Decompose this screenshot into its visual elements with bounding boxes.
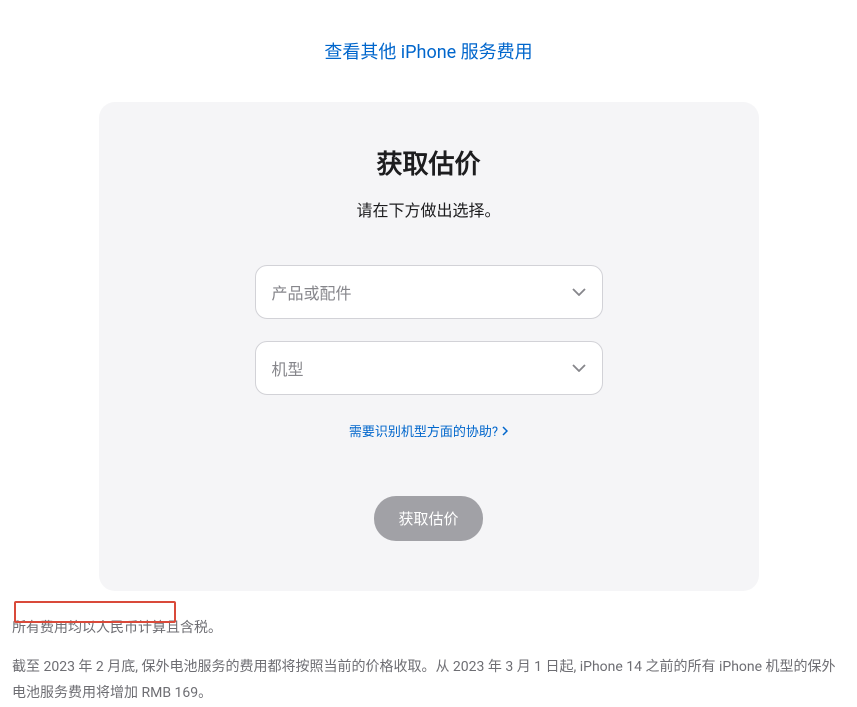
estimate-card: 获取估价 请在下方做出选择。 产品或配件 机型 需要识别机型方面的协助? 获取估… xyxy=(99,102,759,591)
footer-notes: 所有费用均以人民币计算且含税。 截至 2023 年 2 月底, 保外电池服务的费… xyxy=(0,591,857,707)
chevron-right-icon xyxy=(502,426,508,436)
chevron-down-icon xyxy=(572,364,586,372)
footer-line-2: 截至 2023 年 2 月底, 保外电池服务的费用都将按照当前的价格收取。从 2… xyxy=(12,654,845,707)
product-select-placeholder: 产品或配件 xyxy=(272,280,352,304)
card-subtitle: 请在下方做出选择。 xyxy=(149,197,709,221)
product-select[interactable]: 产品或配件 xyxy=(255,265,603,319)
footer-line-1: 所有费用均以人民币计算且含税。 xyxy=(12,615,845,642)
top-link-container: 查看其他 iPhone 服务费用 xyxy=(0,0,857,64)
product-select-wrapper: 产品或配件 xyxy=(255,265,603,319)
identify-model-help-link[interactable]: 需要识别机型方面的协助? xyxy=(349,421,508,440)
help-link-label: 需要识别机型方面的协助? xyxy=(349,421,498,440)
chevron-down-icon xyxy=(572,288,586,296)
model-select-placeholder: 机型 xyxy=(272,356,304,380)
card-title: 获取估价 xyxy=(149,144,709,181)
model-select-wrapper: 机型 xyxy=(255,341,603,395)
model-select[interactable]: 机型 xyxy=(255,341,603,395)
get-estimate-button[interactable]: 获取估价 xyxy=(374,496,482,541)
view-other-services-link[interactable]: 查看其他 iPhone 服务费用 xyxy=(324,42,532,63)
